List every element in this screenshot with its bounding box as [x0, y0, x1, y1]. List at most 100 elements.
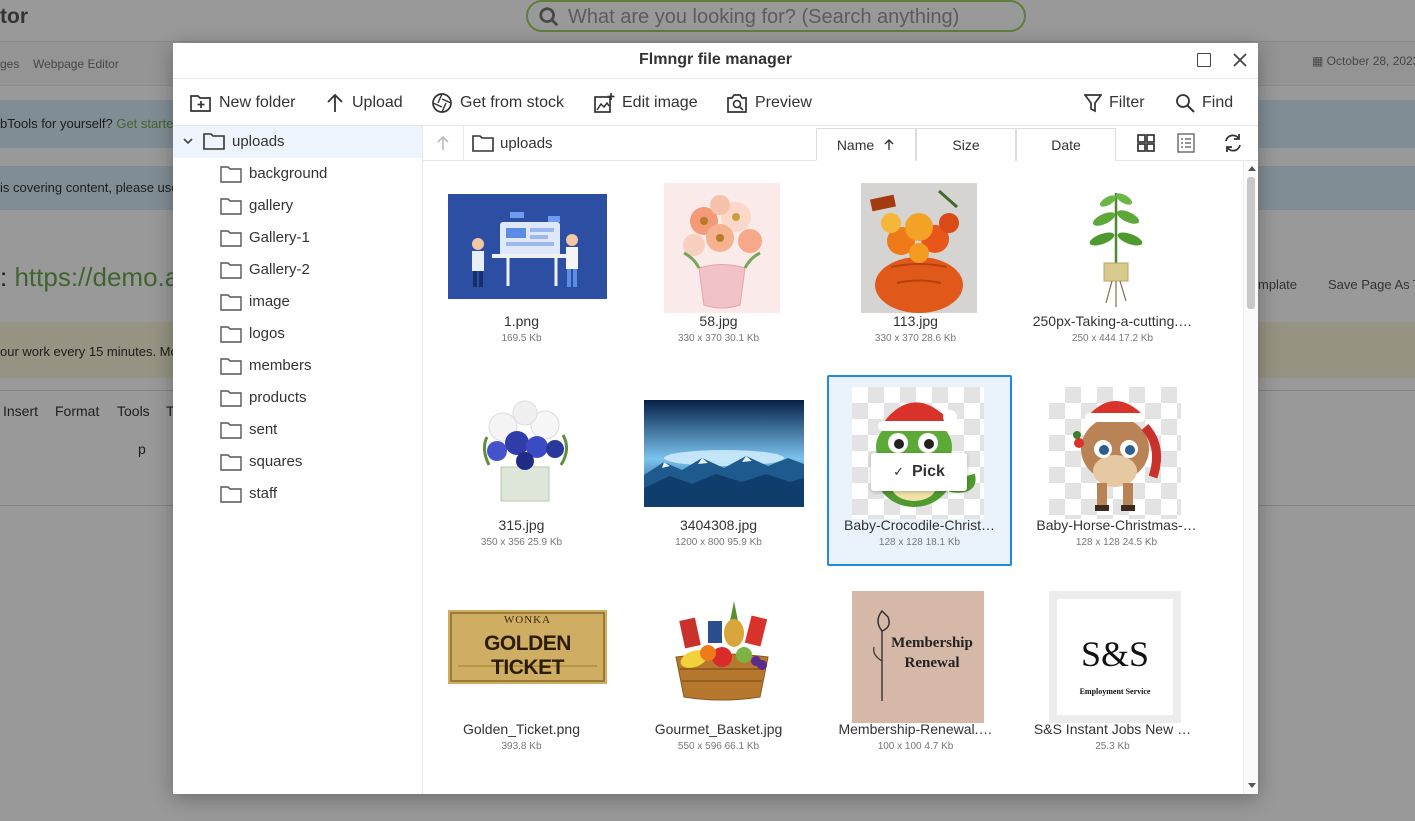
tree-folder-item[interactable]: image [173, 286, 422, 318]
file-tile-selected[interactable]: ✓ Pick Baby-Crocodile-Christ… 128 x 128 … [827, 375, 1012, 566]
preview-label: Preview [755, 94, 812, 111]
tree-root-label: uploads [232, 133, 285, 150]
file-name: 315.jpg [498, 517, 545, 533]
scrollbar-thumb[interactable] [1247, 177, 1255, 309]
tree-folder-item[interactable]: logos [173, 318, 422, 350]
folder-icon [220, 486, 242, 503]
tree-folder-item[interactable]: sent [173, 414, 422, 446]
flowers-vase-thumbnail [664, 183, 780, 313]
file-tile[interactable]: Baby-Horse-Christmas-… 128 x 128 24.5 Kb [1024, 375, 1209, 566]
folder-icon [472, 135, 494, 152]
get-from-stock-button[interactable]: Get from stock [431, 80, 564, 126]
folder-icon [220, 230, 242, 247]
file-name: 58.jpg [699, 313, 738, 329]
tree-folder-label: background [249, 165, 328, 182]
file-name: Baby-Horse-Christmas-… [1036, 517, 1197, 533]
file-meta: 330 x 370 30.1 Kb [677, 333, 760, 344]
folder-up-button[interactable] [423, 126, 464, 160]
file-tile[interactable]: S&S Employment Service S&S Instant Jobs … [1020, 579, 1205, 770]
sort-by-date-button[interactable]: Date [1016, 128, 1116, 161]
folder-icon [220, 262, 242, 279]
file-tile[interactable]: 3404308.jpg 1200 x 800 95.9 Kb [626, 375, 811, 566]
tree-folder-label: members [249, 357, 312, 374]
employment-service-text: Employment Service [1079, 687, 1151, 696]
file-name: Baby-Crocodile-Christ… [844, 517, 995, 533]
file-name: 1.png [503, 313, 540, 329]
file-meta: 128 x 128 18.1 Kb [878, 537, 961, 548]
sort-size-label: Size [952, 137, 980, 153]
file-tile[interactable]: 315.jpg 350 x 356 25.9 Kb [429, 375, 614, 566]
tree-folder-item[interactable]: squares [173, 446, 422, 478]
horse-thumbnail [1049, 387, 1181, 519]
dialog-titlebar: Flmngr file manager [173, 43, 1258, 79]
sort-by-size-button[interactable]: Size [916, 128, 1016, 161]
tree-folder-label: logos [249, 325, 285, 342]
folder-icon [220, 166, 242, 183]
orchid-bouquet-thumbnail [467, 387, 583, 505]
folder-tree: uploads background gallery Gallery-1 Galler… [173, 126, 423, 794]
folder-icon [220, 294, 242, 311]
file-tile[interactable]: Membership Renewal Membership-Renewal.… … [823, 579, 1008, 770]
file-name: 113.jpg [893, 313, 938, 329]
pick-label: Pick [911, 463, 945, 480]
checkmark-icon: ✓ [893, 464, 904, 479]
edit-image-icon [594, 93, 615, 113]
arrow-up-icon [437, 135, 449, 150]
filter-label: Filter [1109, 94, 1145, 111]
upload-label: Upload [352, 94, 403, 111]
folder-icon [220, 422, 242, 439]
grid-view-icon[interactable] [1135, 132, 1157, 154]
sort-ascending-icon [884, 139, 894, 150]
grid-scrollbar[interactable] [1243, 161, 1258, 794]
scroll-up-icon[interactable] [1248, 166, 1256, 171]
current-path: uploads [500, 135, 553, 152]
get-from-stock-label: Get from stock [460, 94, 565, 111]
sort-name-label: Name [836, 136, 875, 153]
tree-folder-item[interactable]: staff [173, 478, 422, 510]
file-tile[interactable]: 1.png 169.5 Kb [429, 171, 614, 362]
file-manager-dialog: Flmngr file manager New folder Upload Ge… [173, 43, 1258, 794]
preview-icon [727, 94, 747, 113]
new-folder-label: New folder [219, 94, 296, 111]
close-icon[interactable] [1229, 49, 1251, 71]
find-button[interactable]: Find [1175, 80, 1233, 126]
tree-folder-item[interactable]: gallery [173, 190, 422, 222]
fruit-basket-thumbnail [664, 591, 780, 703]
filter-button[interactable]: Filter [1084, 80, 1145, 126]
file-tile[interactable]: WONKA GOLDEN TICKET Golden_Ticket.png 39… [429, 579, 614, 770]
list-view-icon[interactable] [1175, 132, 1197, 154]
sort-by-name-button[interactable]: Name [816, 128, 916, 161]
maximize-icon[interactable] [1197, 53, 1211, 67]
refresh-icon[interactable] [1222, 132, 1244, 154]
chevron-down-icon[interactable] [182, 135, 194, 147]
scroll-down-icon[interactable] [1248, 783, 1256, 788]
file-meta: 393.8 Kb [501, 741, 542, 752]
aperture-icon [432, 93, 452, 113]
upload-button[interactable]: Upload [325, 80, 403, 126]
ticket-title-text: GOLDEN TICKET [484, 632, 571, 679]
tree-root-uploads[interactable]: uploads [173, 126, 422, 158]
file-tile[interactable]: Gourmet_Basket.jpg 550 x 596 66.1 Kb [626, 579, 811, 770]
tree-folder-label: products [249, 389, 307, 406]
file-tile[interactable]: 58.jpg 330 x 370 30.1 Kb [626, 171, 811, 362]
tree-folder-item[interactable]: members [173, 350, 422, 382]
folder-icon [220, 198, 242, 215]
file-tile[interactable]: 113.jpg 330 x 370 28.6 Kb [823, 171, 1008, 362]
tree-folder-item[interactable]: Gallery-2 [173, 254, 422, 286]
file-meta: 550 x 596 66.1 Kb [677, 741, 760, 752]
find-label: Find [1202, 94, 1234, 111]
tree-folder-item[interactable]: Gallery-1 [173, 222, 422, 254]
tree-folder-item[interactable]: background [173, 158, 422, 190]
tree-folder-label: Gallery-2 [249, 261, 310, 278]
edit-image-button[interactable]: Edit image [593, 80, 698, 126]
dialog-title: Flmngr file manager [639, 51, 792, 68]
file-name: Membership-Renewal.… [838, 721, 993, 737]
pumpkin-bouquet-thumbnail [861, 183, 977, 313]
file-tile[interactable]: 250px-Taking-a-cutting.… 250 x 444 17.2 … [1020, 171, 1205, 362]
preview-button[interactable]: Preview [726, 80, 812, 126]
pick-button[interactable]: ✓ Pick [871, 453, 967, 491]
file-meta: 330 x 370 28.6 Kb [874, 333, 957, 344]
file-meta: 169.5 Kb [501, 333, 542, 344]
new-folder-button[interactable]: New folder [190, 80, 295, 126]
tree-folder-item[interactable]: products [173, 382, 422, 414]
